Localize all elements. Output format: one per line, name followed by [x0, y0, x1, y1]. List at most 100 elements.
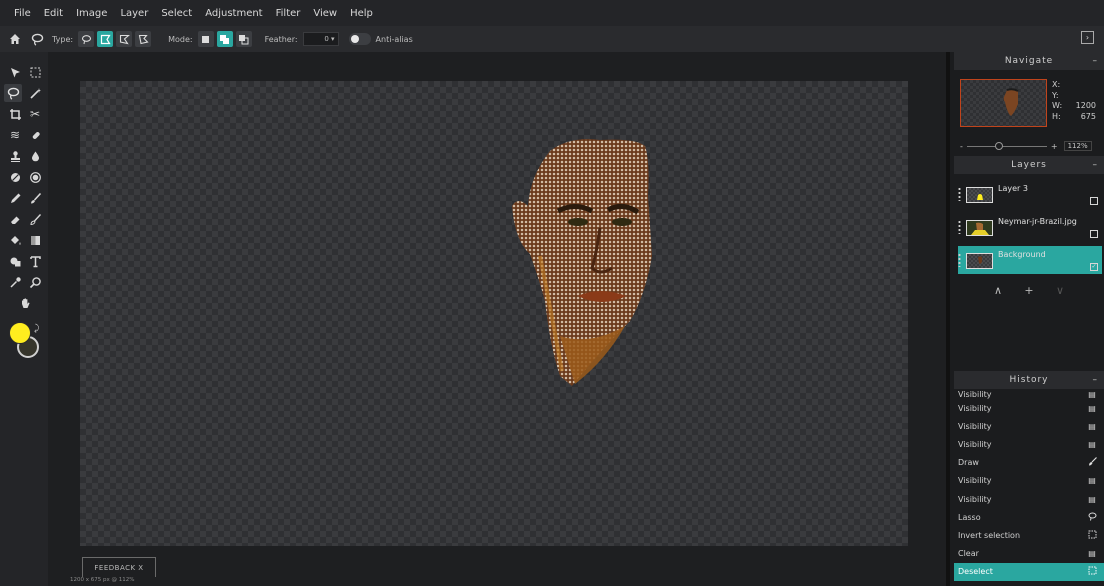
fill-bucket-icon[interactable] — [6, 231, 24, 249]
lasso-freehand-button[interactable] — [78, 31, 95, 47]
scissors-icon[interactable]: ✂ — [26, 105, 44, 123]
history-item[interactable]: Deselect — [954, 562, 1104, 581]
history-item[interactable]: Visibility ▤ — [954, 490, 1104, 508]
zoom-in-button[interactable]: + — [1051, 142, 1058, 151]
menu-layer[interactable]: Layer — [120, 8, 148, 19]
history-item[interactable]: Visibility ▤ — [954, 390, 1104, 399]
zoom-value[interactable]: 112% — [1063, 141, 1092, 151]
history-item[interactable]: Draw — [954, 454, 1104, 472]
spray-brush-icon[interactable] — [26, 210, 44, 228]
foreground-color-swatch[interactable] — [9, 322, 31, 344]
drag-handle-icon[interactable] — [958, 253, 961, 267]
image-canvas[interactable] — [80, 81, 908, 546]
document-icon: ▤ — [1088, 549, 1096, 559]
mode-label: Mode: — [168, 34, 193, 44]
history-item[interactable]: Lasso — [954, 508, 1104, 526]
history-item[interactable]: Visibility ▤ — [954, 399, 1104, 417]
menu-select[interactable]: Select — [161, 8, 192, 19]
feedback-tab[interactable]: FEEDBACK X — [82, 557, 156, 577]
navigator-preview[interactable] — [960, 79, 1047, 127]
mode-subtract-button[interactable] — [235, 31, 252, 47]
document-icon: ▤ — [1088, 439, 1096, 449]
dodge-icon[interactable] — [6, 168, 24, 186]
history-header[interactable]: History – — [954, 371, 1104, 389]
menu-adjustment[interactable]: Adjustment — [205, 8, 262, 19]
magic-wand-icon[interactable] — [26, 84, 44, 102]
navigator-info: X: Y: W: 1200 H: 675 — [1052, 80, 1096, 122]
zoom-icon[interactable] — [26, 273, 44, 291]
layer-row[interactable]: Background ✓ — [958, 246, 1102, 274]
home-icon[interactable] — [6, 30, 24, 48]
zoom-control: - + 112% — [960, 140, 1104, 152]
sponge-icon[interactable] — [26, 168, 44, 186]
hand-icon[interactable] — [16, 294, 34, 312]
swap-colors-icon[interactable]: ⤸ — [34, 324, 39, 334]
marquee-tool-icon[interactable] — [26, 63, 44, 81]
marquee-icon — [1087, 530, 1097, 541]
layer-thumbnail — [966, 253, 993, 269]
move-tool-icon[interactable] — [6, 63, 24, 81]
crop-tool-icon[interactable] — [6, 105, 24, 123]
menu-help[interactable]: Help — [350, 8, 373, 19]
document-icon: ▤ — [1088, 494, 1096, 504]
menu-filter[interactable]: Filter — [276, 8, 301, 19]
lasso-polygon-button[interactable] — [97, 31, 114, 47]
layer-row[interactable]: Layer 3 — [958, 180, 1102, 208]
visibility-checkbox[interactable] — [1090, 197, 1098, 205]
move-layer-down-icon[interactable]: ∨ — [1056, 284, 1064, 297]
add-layer-icon[interactable]: + — [1024, 284, 1033, 297]
menu-image[interactable]: Image — [76, 8, 107, 19]
antialias-toggle[interactable] — [348, 33, 371, 45]
lasso-tool-icon[interactable] — [4, 84, 22, 102]
history-item[interactable]: Visibility ▤ — [954, 417, 1104, 435]
visibility-checkbox[interactable] — [1090, 230, 1098, 238]
pencil-icon[interactable] — [6, 189, 24, 207]
navigate-collapse-icon[interactable]: – — [1093, 52, 1098, 70]
visibility-checkbox[interactable]: ✓ — [1090, 263, 1098, 271]
zoom-slider-handle[interactable] — [994, 141, 1003, 150]
history-item[interactable]: Invert selection — [954, 526, 1104, 544]
navigate-title: Navigate — [1004, 56, 1054, 66]
history-title: History — [1009, 375, 1049, 385]
mode-new-button[interactable] — [197, 31, 214, 47]
menu-file[interactable]: File — [14, 8, 31, 19]
history-item-label: Visibility — [958, 476, 992, 486]
eyedropper-icon[interactable] — [6, 273, 24, 291]
text-tool-icon[interactable] — [26, 252, 44, 270]
brush-icon[interactable] — [26, 189, 44, 207]
panel-toggle-button[interactable]: › — [1081, 31, 1094, 44]
lasso-magnetic-button[interactable] — [116, 31, 133, 47]
navigate-header[interactable]: Navigate – — [954, 52, 1104, 70]
layer-row[interactable]: Neymar-jr-Brazil.jpg — [958, 213, 1102, 241]
history-collapse-icon[interactable]: – — [1093, 371, 1098, 389]
document-icon: ▤ — [1088, 421, 1096, 431]
width-value: 1200 — [1075, 101, 1096, 110]
menu-edit[interactable]: Edit — [44, 8, 63, 19]
zoom-out-button[interactable]: - — [960, 142, 963, 151]
layers-collapse-icon[interactable]: – — [1093, 156, 1098, 174]
x-label: X: — [1052, 80, 1061, 89]
layers-header[interactable]: Layers – — [954, 156, 1104, 174]
feather-input[interactable]: 0 ▾ — [302, 32, 339, 46]
drag-handle-icon[interactable] — [958, 220, 961, 234]
document-icon: ▤ — [1088, 403, 1096, 413]
blur-drop-icon[interactable] — [26, 147, 44, 165]
shape-icon[interactable] — [6, 252, 24, 270]
history-item[interactable]: Visibility ▤ — [954, 435, 1104, 453]
mode-add-button[interactable] — [216, 31, 233, 47]
eraser-icon[interactable] — [6, 210, 24, 228]
liquify-icon[interactable]: ≋ — [6, 126, 24, 144]
zoom-slider[interactable] — [966, 141, 1047, 150]
history-item[interactable]: Clear ▤ — [954, 545, 1104, 563]
stamp-icon[interactable] — [6, 147, 24, 165]
history-item[interactable]: Visibility ▤ — [954, 472, 1104, 490]
lasso-alt-button[interactable] — [135, 31, 152, 47]
history-item-label: Deselect — [958, 567, 993, 577]
healing-icon[interactable] — [26, 126, 44, 144]
move-layer-up-icon[interactable]: ∧ — [994, 284, 1002, 297]
drag-handle-icon[interactable] — [958, 187, 961, 201]
menu-view[interactable]: View — [313, 8, 337, 19]
gradient-icon[interactable] — [26, 231, 44, 249]
tool-options-bar: Type: Mode: Feather: 0 ▾ Anti-alias › — [0, 26, 1104, 52]
history-item-label: Visibility — [958, 421, 992, 431]
